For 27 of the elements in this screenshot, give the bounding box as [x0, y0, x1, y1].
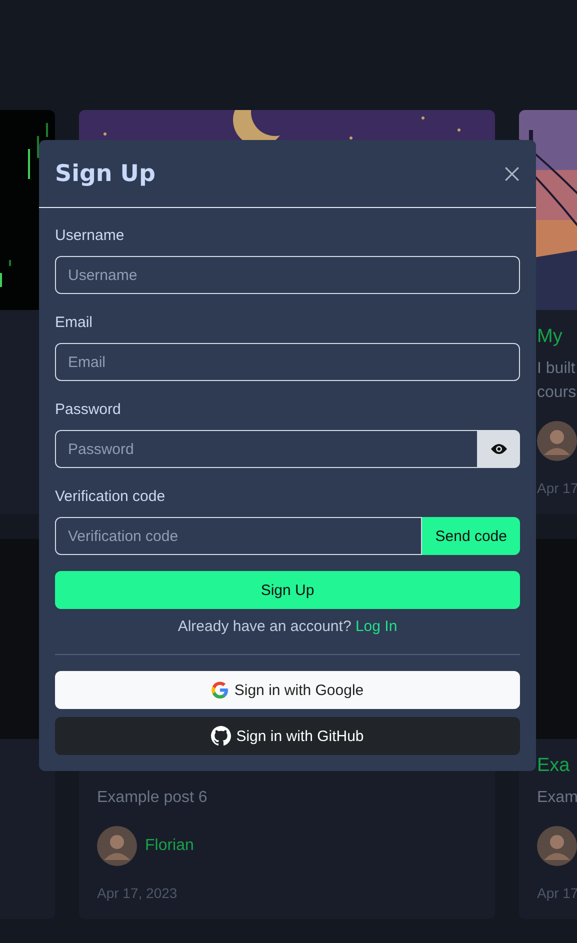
post-title[interactable]: Exa [537, 753, 577, 779]
log-in-link[interactable]: Log In [355, 618, 398, 635]
g-logo-icon [211, 681, 230, 699]
post-title[interactable]: My [537, 324, 577, 350]
send-code-button[interactable]: Send code [422, 517, 520, 555]
author-name[interactable]: Florian [145, 837, 194, 855]
field-label: Email [55, 313, 94, 333]
post-excerpt: Exam [537, 788, 577, 808]
eye-icon [491, 443, 507, 455]
login-prompt: Already have an account? [178, 618, 352, 635]
input-field[interactable]: Email [55, 343, 520, 381]
password-field[interactable]: Password [55, 430, 478, 468]
input-field[interactable]: Username [55, 256, 520, 294]
post-date: Apr 17, 2023 [97, 884, 178, 903]
cat-logo-icon [211, 726, 232, 746]
field-label: Password [55, 400, 122, 420]
field-label: Username [55, 226, 126, 246]
post-excerpt: I built cours [537, 359, 577, 403]
show-password-button[interactable] [478, 430, 520, 468]
verification-code-field[interactable]: Verification code [55, 517, 422, 555]
dialog-title: Sign Up [55, 160, 156, 186]
google-sign-in-button[interactable]: Sign in with Google [55, 671, 520, 709]
post-excerpt: Example post 6 [97, 788, 208, 808]
sign-up-button[interactable]: Sign Up [55, 571, 520, 609]
close-icon[interactable] [504, 166, 520, 182]
github-sign-in-button[interactable]: Sign in with GitHub [55, 717, 520, 755]
field-label: Verification code [55, 487, 166, 507]
